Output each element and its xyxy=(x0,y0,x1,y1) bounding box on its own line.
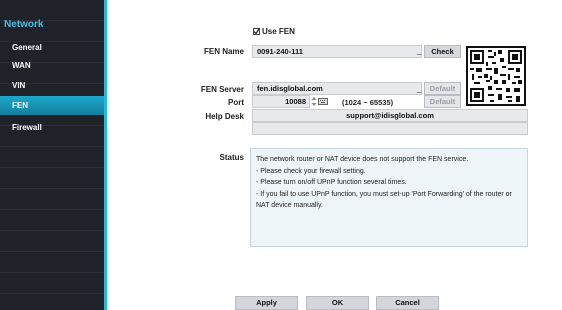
port-default-button[interactable]: Default xyxy=(424,95,461,108)
checkbox-icon xyxy=(253,28,260,35)
sidebar-item-fen[interactable]: FEN xyxy=(0,96,104,115)
help-desk-extra-field xyxy=(252,122,528,135)
help-desk-label: Help Desk xyxy=(205,112,244,121)
fen-name-edit-marker: _ xyxy=(417,46,422,55)
apply-button[interactable]: Apply xyxy=(235,296,298,310)
sidebar-item-vin[interactable]: VIN xyxy=(0,76,104,95)
cancel-button[interactable]: Cancel xyxy=(376,296,439,310)
status-line: The network router or NAT device does no… xyxy=(256,156,469,163)
status-line: - Please turn on/off UPnP function sever… xyxy=(256,179,407,186)
fen-name-field[interactable]: 0091-240-111 xyxy=(252,45,422,58)
port-label: Port xyxy=(228,98,244,107)
port-range-hint: (1024 ~ 65535) xyxy=(342,98,394,107)
use-fen-label: Use FEN xyxy=(262,27,295,36)
sidebar: Network General WAN VIN FEN Firewall xyxy=(0,0,107,310)
check-button[interactable]: Check xyxy=(424,45,461,58)
status-line: NAT device manually. xyxy=(256,202,323,209)
fen-server-label: FEN Server xyxy=(200,85,244,94)
use-fen-checkbox[interactable]: Use FEN xyxy=(253,27,295,36)
fen-server-field[interactable]: fen.idisglobal.com xyxy=(252,82,422,95)
fen-server-default-button[interactable]: Default xyxy=(424,82,461,95)
status-message-box: The network router or NAT device does no… xyxy=(250,148,528,247)
fen-name-label: FEN Name xyxy=(203,47,244,56)
status-label: Status xyxy=(219,153,244,162)
spinner-arrows-icon[interactable] xyxy=(311,96,317,107)
sidebar-item-general[interactable]: General xyxy=(0,38,104,57)
ok-button[interactable]: OK xyxy=(306,296,369,310)
keyboard-icon[interactable] xyxy=(318,98,328,105)
status-line: - Please check your firewall setting. xyxy=(256,167,366,175)
qr-code-icon xyxy=(466,46,526,106)
sidebar-accent-bar xyxy=(104,0,107,310)
status-line: - If you fail to use UPnP function, you … xyxy=(256,190,512,198)
help-desk-field: support@idisglobal.com xyxy=(252,109,528,122)
sidebar-item-firewall[interactable]: Firewall xyxy=(0,118,104,137)
sidebar-title: Network xyxy=(4,19,44,30)
port-field[interactable]: 10088 xyxy=(252,95,310,108)
sidebar-item-wan[interactable]: WAN xyxy=(0,56,104,75)
fen-server-edit-marker: _ xyxy=(417,84,422,93)
